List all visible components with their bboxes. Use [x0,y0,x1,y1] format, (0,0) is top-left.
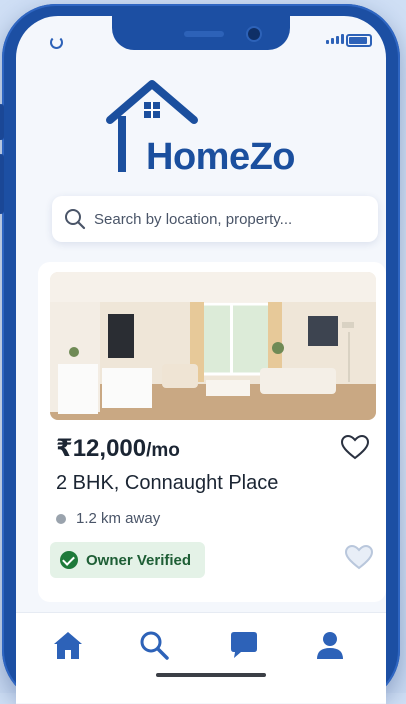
tab-search[interactable] [136,627,172,663]
property-photo[interactable] [50,272,376,420]
battery-icon [346,34,372,47]
speaker [184,31,224,37]
brand-name: HomeZo [146,136,296,178]
side-button [0,104,4,140]
status-indicator-icon [50,36,63,49]
search-bar[interactable]: Search by location, property... [52,196,378,242]
camera [248,28,260,40]
phone-frame: HomeZo Search by location, property... ₹… [0,4,400,704]
listing-distance: 1.2 km away [56,510,160,527]
app-logo: HomeZo [104,76,344,186]
bottom-nav [16,612,386,703]
location-dot-icon [56,513,66,524]
listing-card[interactable]: ₹12,000/mo 2 BHK, Connaught Place 1.2 km… [38,262,386,602]
verified-badge: Owner Verified [50,542,206,578]
signal-icon [326,34,344,44]
badge-label: Owner Verified [86,551,192,569]
price-amount: ₹12,000 [56,435,147,462]
notch [112,16,290,50]
listing-price: ₹12,000/mo [56,434,180,463]
listing-title: 2 BHK, Connaught Place [56,472,279,494]
search-icon [65,209,86,230]
search-placeholder: Search by location, property... [94,210,293,228]
chat-icon [231,632,257,658]
tab-home[interactable] [50,627,86,663]
favorite-heart-icon-secondary[interactable] [344,544,374,570]
tab-messages[interactable] [226,627,262,663]
price-suffix: /mo [146,440,180,461]
home-icon [54,632,82,659]
check-icon [60,551,78,569]
search-icon [140,631,169,660]
favorite-heart-icon[interactable] [340,434,370,460]
tab-profile[interactable] [312,627,348,663]
profile-icon [317,632,343,659]
distance-text: 1.2 km away [76,510,161,527]
home-indicator [156,673,266,677]
volume-button [0,154,4,214]
app-screen: HomeZo Search by location, property... ₹… [16,16,386,704]
